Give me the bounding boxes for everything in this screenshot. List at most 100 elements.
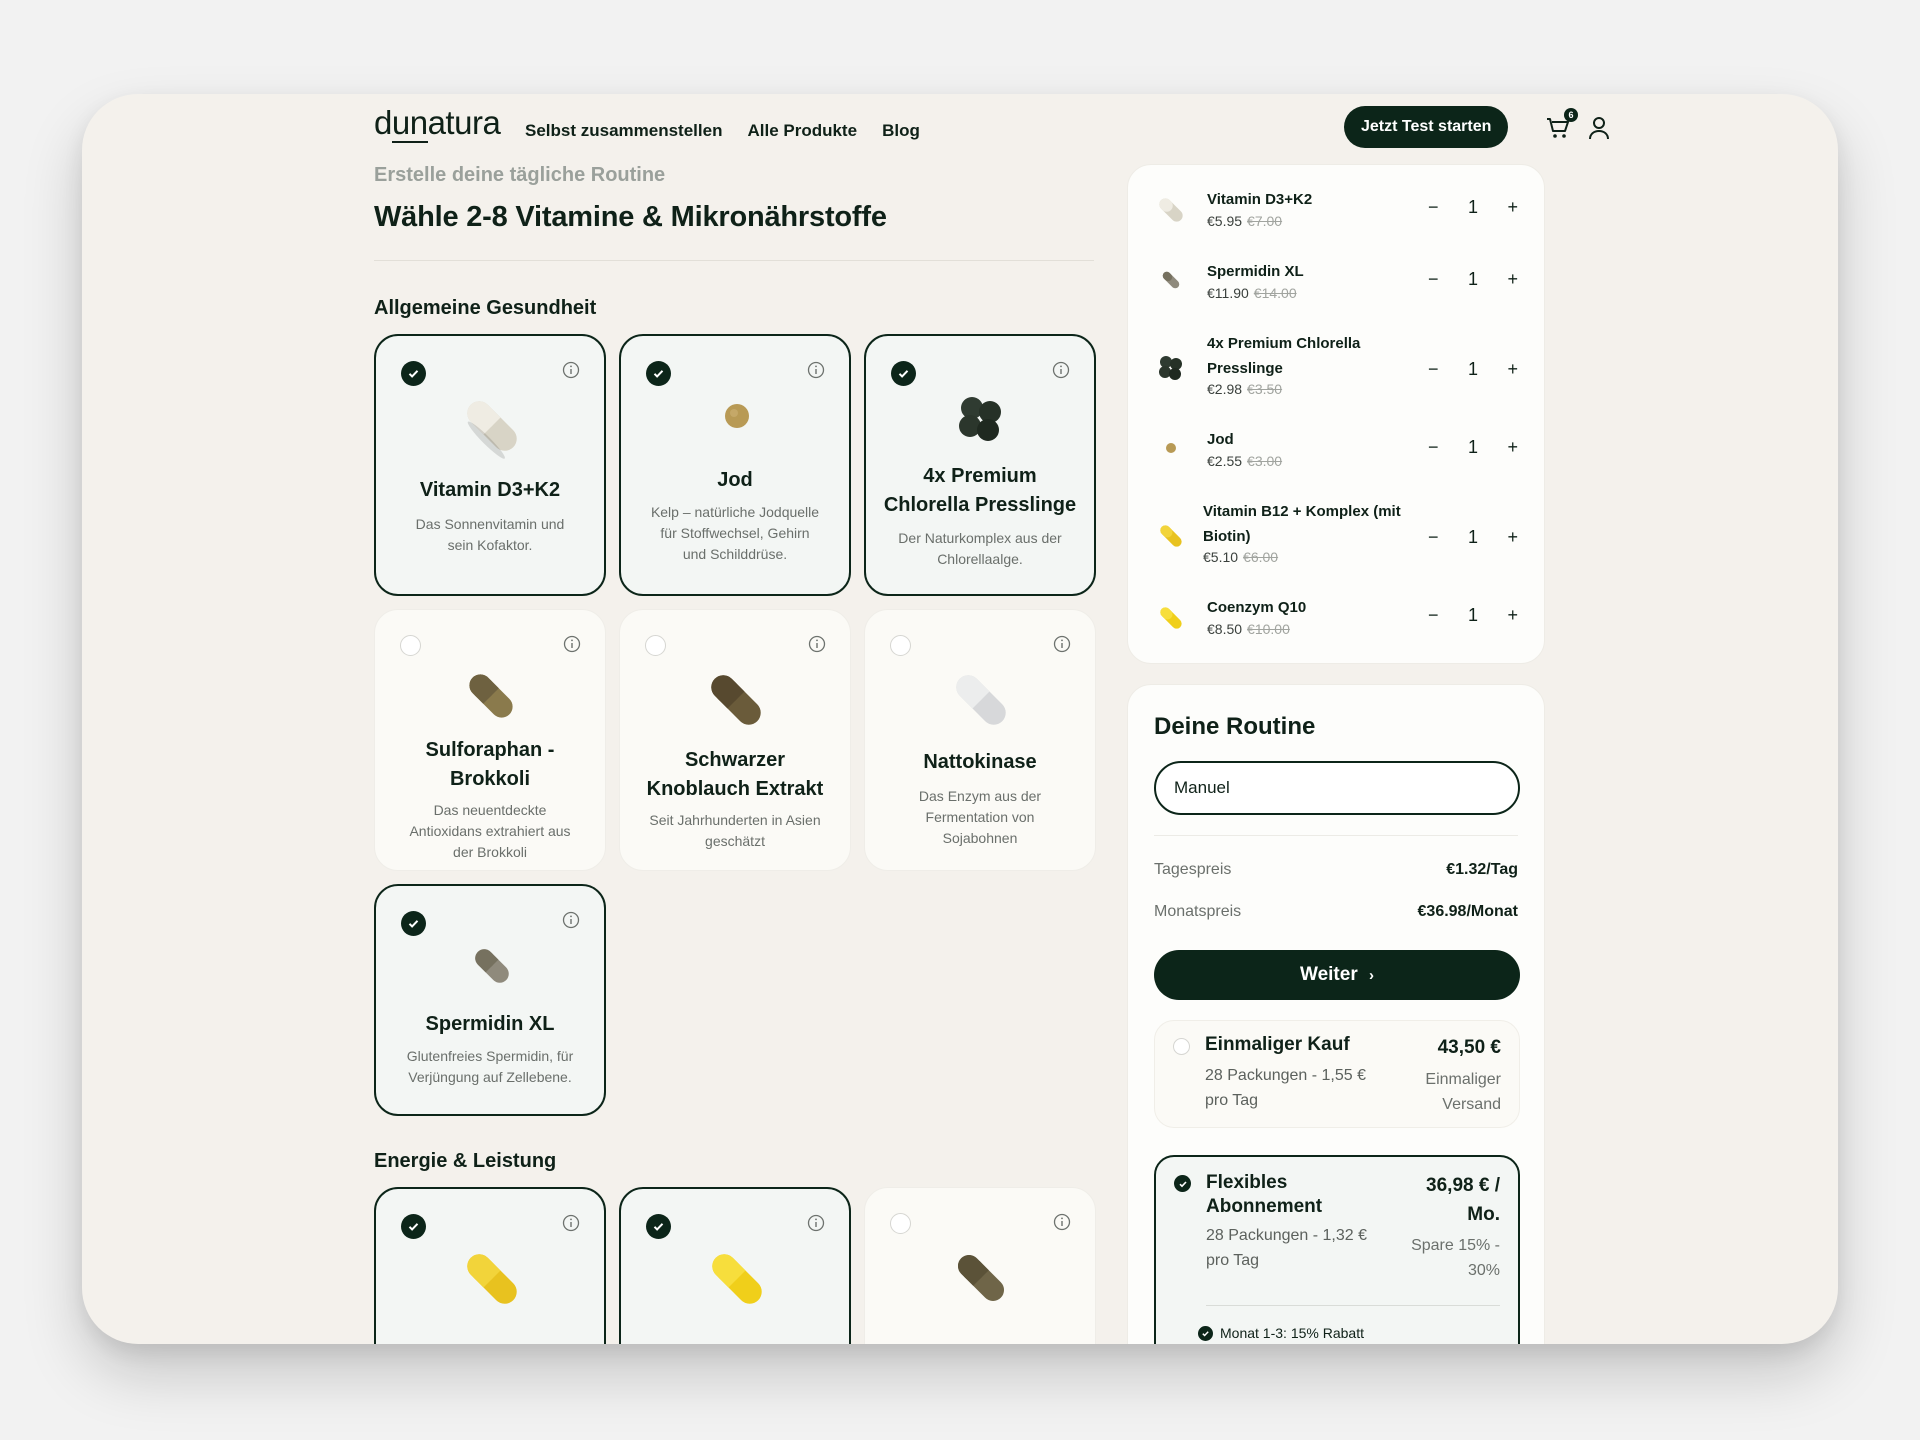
product-card-energie-3[interactable] <box>864 1187 1096 1344</box>
cart-count-badge: 6 <box>1564 108 1578 122</box>
decrease-button[interactable]: − <box>1428 359 1439 380</box>
info-icon[interactable] <box>563 635 581 653</box>
product-selection: Erstelle deine tägliche Routine Wähle 2-… <box>374 164 1096 1344</box>
option-price: 43,50 € <box>1437 1037 1501 1058</box>
start-test-button[interactable]: Jetzt Test starten <box>1344 106 1509 148</box>
product-title: 4x Premium Chlorella Presslinge <box>883 465 1077 516</box>
selected-items-panel: Vitamin D3+K2 €5.95 €7.00 − 1 + Spermidin X… <box>1127 164 1545 664</box>
nav-links: Selbst zusammenstellen Alle Produkte Blo… <box>525 121 920 141</box>
checked-icon[interactable] <box>401 361 426 386</box>
product-description: Das neuentdeckte Antioxidans extrahiert … <box>409 802 571 860</box>
capsule-icon <box>711 675 761 725</box>
product-card-spermidin-xl[interactable]: Spermidin XL Glutenfreies Spermidin, für… <box>374 884 606 1116</box>
decrease-button[interactable]: − <box>1428 437 1439 458</box>
product-title: Vitamin D3+K2 <box>419 479 561 501</box>
option-title: Einmaliger Kauf <box>1205 1034 1350 1055</box>
option-flexible-subscription[interactable]: Flexibles Abonnement 28 Packungen - 1,32… <box>1154 1155 1520 1344</box>
monthly-price-label: Monatspreis <box>1154 903 1242 920</box>
logo[interactable]: dunatura <box>374 104 501 143</box>
info-icon[interactable] <box>807 1214 825 1232</box>
product-card-energie-1[interactable] <box>374 1187 606 1344</box>
product-card-nattokinase[interactable]: Nattokinase Das Enzym aus der Fermentati… <box>864 609 1096 871</box>
checked-icon[interactable] <box>401 1214 426 1239</box>
product-card-schwarzer-knoblauch[interactable]: Schwarzer Knoblauch Extrakt Seit Jahrhund… <box>619 609 851 871</box>
info-icon[interactable] <box>562 911 580 929</box>
capsule-icon <box>469 674 513 718</box>
quantity-value: 1 <box>1467 527 1478 547</box>
capsule-icon <box>475 949 509 983</box>
decrease-button[interactable]: − <box>1428 197 1439 218</box>
product-card-jod[interactable]: Jod Kelp – natürliche Jodquelle für Stof… <box>619 334 851 596</box>
unchecked-radio[interactable] <box>890 1213 911 1234</box>
daily-price-value: €1.32/Tag <box>1446 861 1518 878</box>
chevron-right-icon: › <box>1369 967 1374 984</box>
quantity-value: 1 <box>1467 437 1478 457</box>
monthly-price-row: Monatspreis €36.98/Monat <box>1154 903 1518 921</box>
info-icon[interactable] <box>562 1214 580 1232</box>
nav-link-blog[interactable]: Blog <box>882 121 920 141</box>
unchecked-radio[interactable] <box>400 635 421 656</box>
cart-item-price: €2.55 €3.00 <box>1207 453 1283 469</box>
product-card-chlorella[interactable]: 4x Premium Chlorella Presslinge Der Natur… <box>864 334 1096 596</box>
info-icon[interactable] <box>562 361 580 379</box>
capsule-icon <box>1162 271 1180 289</box>
routine-name-input[interactable] <box>1154 761 1520 815</box>
quantity-stepper: − 1 + <box>1428 437 1518 458</box>
unchecked-radio[interactable] <box>645 635 666 656</box>
increase-button[interactable]: + <box>1507 605 1518 626</box>
decrease-button[interactable]: − <box>1428 269 1439 290</box>
cart-item-name: Vitamin D3+K2 <box>1207 191 1313 208</box>
checked-icon[interactable] <box>646 361 671 386</box>
yellow-softgel-icon <box>712 1254 762 1304</box>
cart-item-price: €5.10 €6.00 <box>1203 549 1279 565</box>
product-card-vitamin-d3-k2[interactable]: Vitamin D3+K2 Das Sonnenvitamin und sein… <box>374 334 606 596</box>
page-subtitle: Erstelle deine tägliche Routine <box>374 164 666 186</box>
yellow-softgel-icon <box>1160 525 1182 547</box>
checked-icon[interactable] <box>401 911 426 936</box>
quantity-stepper: − 1 + <box>1428 269 1518 290</box>
section-title-energie-leistung: Energie & Leistung <box>374 1150 557 1172</box>
decrease-button[interactable]: − <box>1428 527 1439 548</box>
routine-panel: Deine Routine Tagespreis €1.32/Tag Monats… <box>1127 684 1545 1344</box>
product-grid: Vitamin D3+K2 Das Sonnenvitamin und sein… <box>374 334 1096 1116</box>
softgel-capsule-icon <box>467 401 517 459</box>
nav-link-selbst-zusammenstellen[interactable]: Selbst zusammenstellen <box>525 121 722 141</box>
product-title: Spermidin XL <box>425 1013 555 1035</box>
nav-link-alle-produkte[interactable]: Alle Produkte <box>747 121 857 141</box>
user-icon[interactable] <box>1586 114 1612 142</box>
quantity-stepper: − 1 + <box>1428 359 1518 380</box>
divider <box>1154 835 1518 836</box>
info-icon[interactable] <box>1052 361 1070 379</box>
capsule-icon <box>957 1254 1005 1302</box>
cart-item-price: €5.95 €7.00 <box>1207 213 1283 229</box>
decrease-button[interactable]: − <box>1428 605 1439 626</box>
checked-icon[interactable] <box>891 361 916 386</box>
continue-button[interactable]: Weiter › <box>1154 950 1520 1000</box>
checked-icon[interactable] <box>646 1214 671 1239</box>
product-description: Glutenfreies Spermidin, für Verjüngung a… <box>406 1048 574 1085</box>
unchecked-radio[interactable] <box>890 635 911 656</box>
increase-button[interactable]: + <box>1507 269 1518 290</box>
product-card-energie-2[interactable] <box>619 1187 851 1344</box>
info-icon[interactable] <box>807 361 825 379</box>
subscription-perk: Monat 1-3: 15% Rabatt <box>1198 1325 1364 1341</box>
chlorella-tablets-icon <box>1159 356 1182 380</box>
product-description: Das Enzym aus der Fermentation von Sojab… <box>918 788 1042 846</box>
cart-item-price: €11.90 €14.00 <box>1207 285 1297 301</box>
checked-icon[interactable] <box>1174 1175 1191 1192</box>
increase-button[interactable]: + <box>1507 527 1518 548</box>
quantity-stepper: − 1 + <box>1428 197 1518 218</box>
product-card-sulforaphan[interactable]: Sulforaphan - Brokkoli Das neuentdeckte A… <box>374 609 606 871</box>
increase-button[interactable]: + <box>1507 359 1518 380</box>
option-one-time-purchase[interactable]: Einmaliger Kauf 28 Packungen - 1,55 € pr… <box>1154 1020 1520 1128</box>
routine-title: Deine Routine <box>1154 713 1316 740</box>
increase-button[interactable]: + <box>1507 437 1518 458</box>
increase-button[interactable]: + <box>1507 197 1518 218</box>
product-description: Seit Jahrhunderten in Asien geschätzt <box>649 812 821 849</box>
info-icon[interactable] <box>808 635 826 653</box>
unchecked-radio[interactable] <box>1173 1038 1190 1055</box>
app-window: dunatura Selbst zusammenstellen Alle Pro… <box>82 94 1838 1344</box>
product-description: Das Sonnenvitamin und sein Kofaktor. <box>415 516 565 553</box>
info-icon[interactable] <box>1053 1213 1071 1231</box>
info-icon[interactable] <box>1053 635 1071 653</box>
